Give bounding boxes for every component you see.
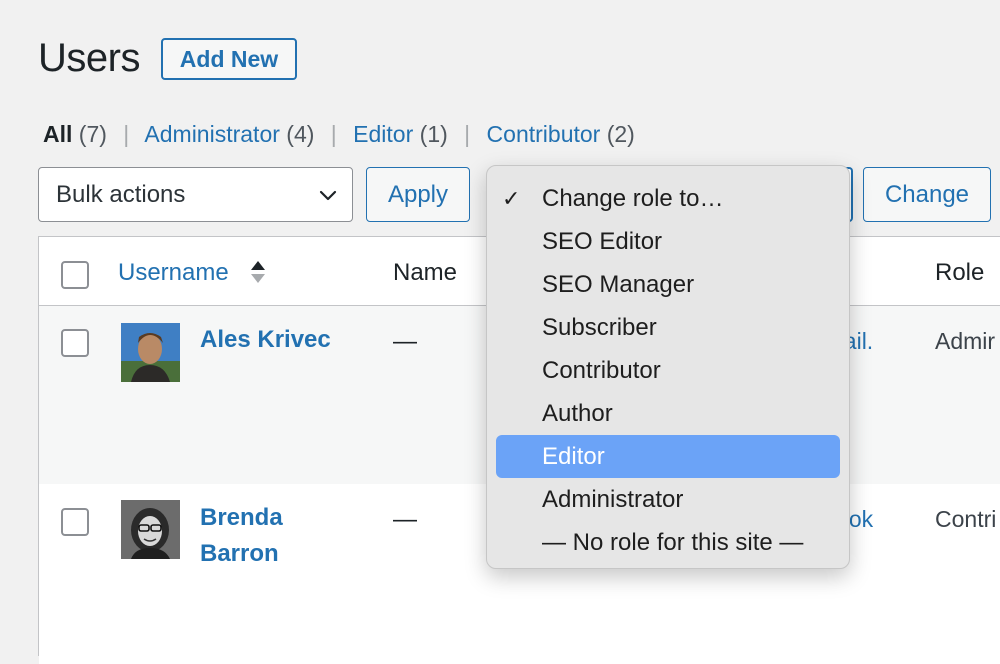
filter-contributor[interactable]: Contributor: [487, 121, 601, 147]
avatar: [121, 500, 180, 559]
filter-all-count: (7): [78, 121, 107, 147]
username-line: Barron: [200, 540, 279, 567]
role-option-no-role[interactable]: — No role for this site —: [496, 521, 840, 564]
select-all-checkbox[interactable]: [61, 261, 89, 289]
role-option-seo-editor[interactable]: SEO Editor: [496, 220, 840, 263]
role-option-seo-manager[interactable]: SEO Manager: [496, 263, 840, 306]
username-line: Brenda: [200, 504, 283, 531]
column-name: Name: [393, 259, 458, 286]
change-role-dropdown-menu: ✓ Change role to… SEO Editor SEO Manager…: [486, 165, 850, 569]
username-link[interactable]: Brenda Barron: [200, 500, 283, 572]
role-value: Contri: [935, 506, 997, 532]
role-option-editor[interactable]: Editor: [496, 435, 840, 478]
role-value: Admir: [935, 328, 996, 354]
sort-icon[interactable]: [250, 258, 266, 286]
username-link[interactable]: Ales Krivec: [200, 322, 331, 358]
row-checkbox[interactable]: [61, 508, 89, 536]
filter-separator: |: [330, 121, 337, 147]
checkmark-icon: ✓: [502, 186, 521, 211]
role-option-author[interactable]: Author: [496, 392, 840, 435]
name-value: —: [393, 328, 417, 355]
role-option-placeholder[interactable]: ✓ Change role to…: [496, 177, 840, 220]
filter-contributor-count: (2): [606, 121, 635, 147]
role-option-administrator[interactable]: Administrator: [496, 478, 840, 521]
role-option-contributor[interactable]: Contributor: [496, 349, 840, 392]
bulk-actions-select[interactable]: Bulk actions: [38, 167, 353, 222]
filter-administrator-count: (4): [286, 121, 315, 147]
name-value: —: [393, 506, 417, 533]
filter-separator: |: [123, 121, 130, 147]
row-checkbox[interactable]: [61, 329, 89, 357]
filter-administrator[interactable]: Administrator: [144, 121, 279, 147]
page-title: Users: [38, 36, 140, 80]
apply-button[interactable]: Apply: [366, 167, 470, 222]
filter-all[interactable]: All: [43, 121, 72, 147]
add-new-button[interactable]: Add New: [161, 38, 297, 80]
filter-editor[interactable]: Editor: [353, 121, 413, 147]
change-button[interactable]: Change: [863, 167, 991, 222]
role-filter-links: All (7) | Administrator (4) | Editor (1)…: [43, 121, 635, 148]
avatar: [121, 323, 180, 382]
filter-editor-count: (1): [419, 121, 448, 147]
column-role: Role: [935, 259, 985, 286]
role-option-label: Change role to…: [542, 185, 724, 212]
role-option-subscriber[interactable]: Subscriber: [496, 306, 840, 349]
bulk-actions-value: Bulk actions: [56, 180, 186, 208]
column-username[interactable]: Username: [118, 259, 229, 287]
chevron-down-icon: [319, 190, 337, 201]
filter-separator: |: [464, 121, 471, 147]
